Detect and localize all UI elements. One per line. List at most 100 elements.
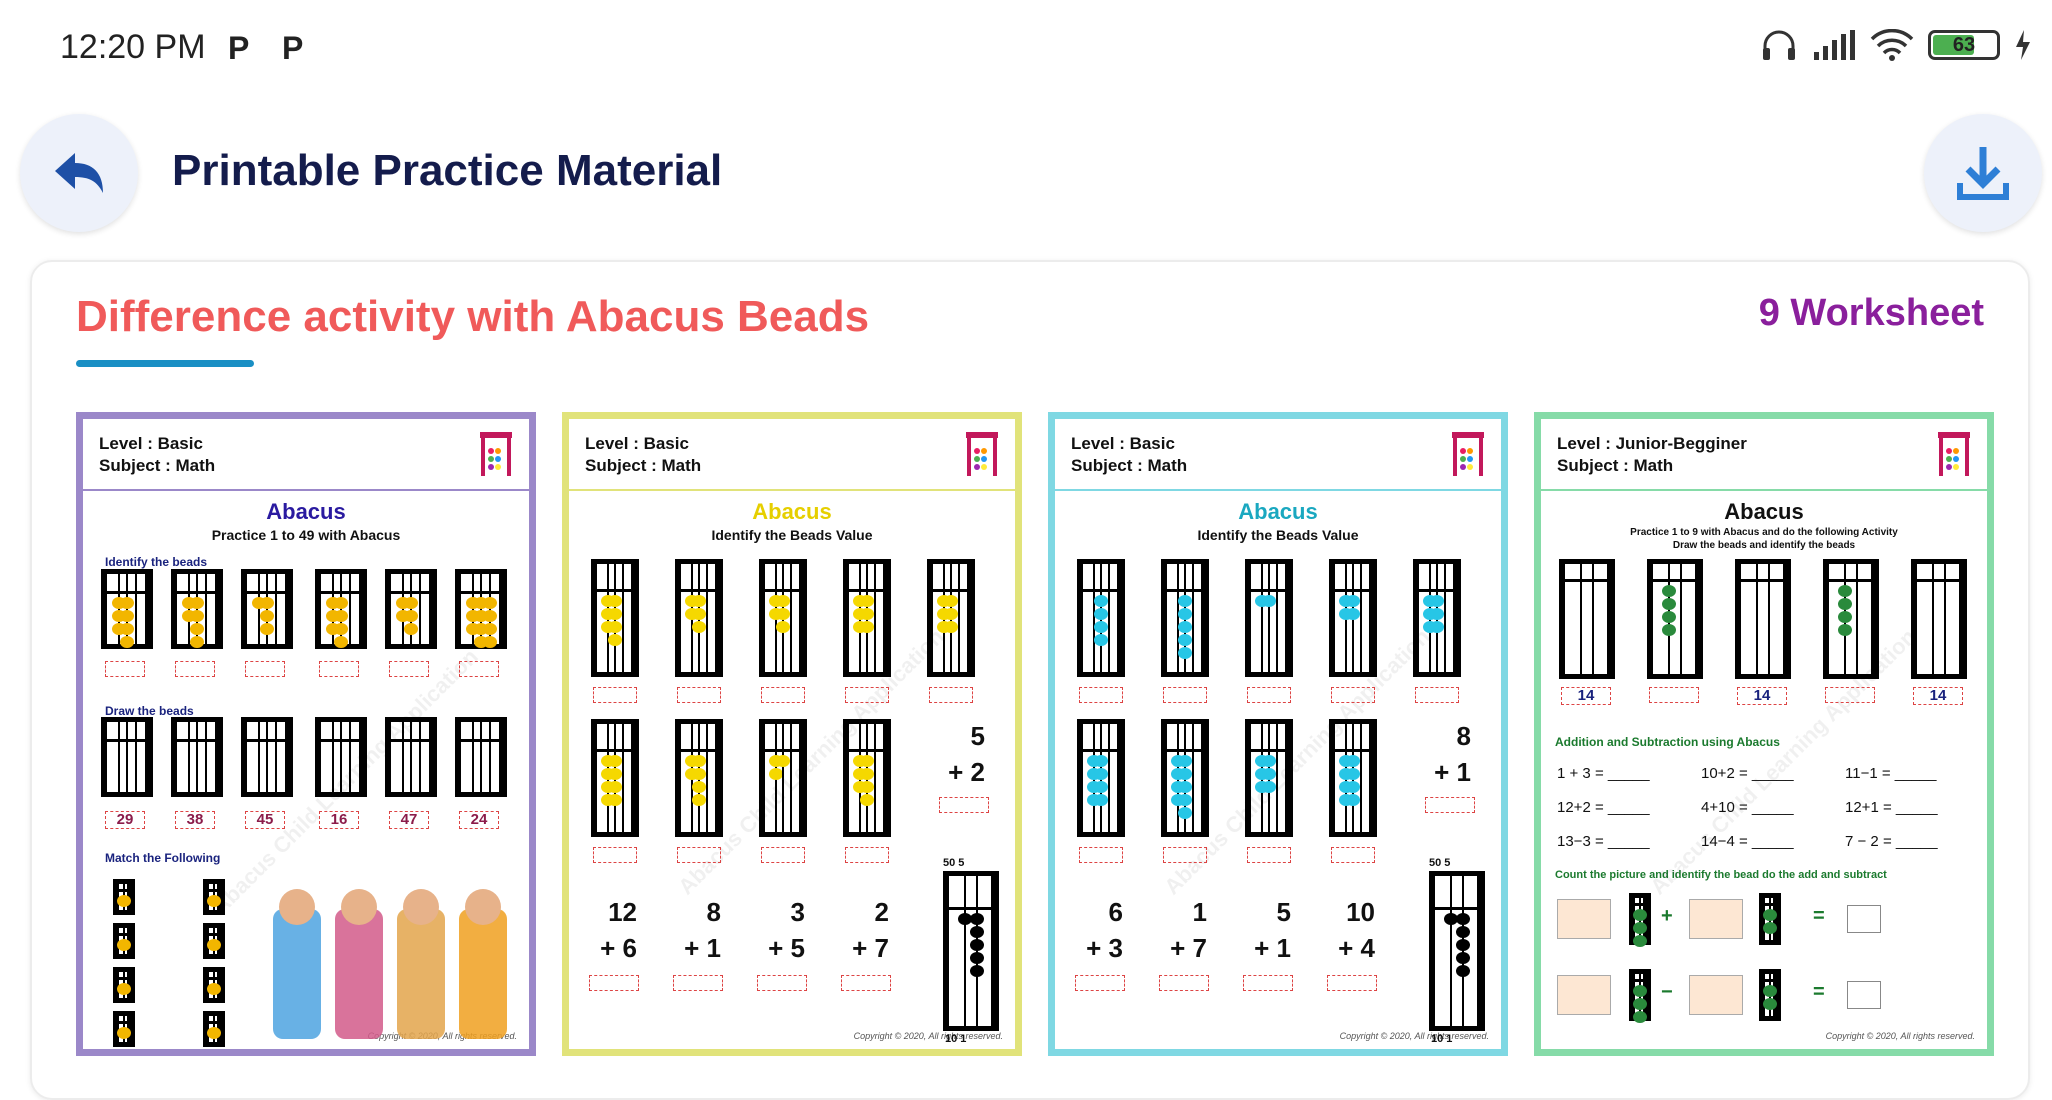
abacus-frame (1759, 969, 1781, 1021)
abacus-bead (1838, 624, 1852, 636)
app-header: Printable Practice Material (0, 110, 2052, 240)
worksheet-thumbnail-4[interactable]: Level : Junior-Begginer Subject : Math A… (1534, 412, 1994, 1056)
answer-box (929, 687, 973, 703)
abacus-frame (1329, 559, 1377, 677)
answer-box (459, 661, 499, 677)
abacus-rod (706, 564, 708, 672)
abacus-bead (190, 623, 204, 635)
abacus-rod (419, 722, 421, 792)
abacus-rod (1592, 564, 1594, 674)
abacus-bead (608, 755, 622, 767)
worksheet-thumbnail-3[interactable]: Level : Basic Subject : Math Abacus Iden… (1048, 412, 1508, 1056)
abacus-rod (205, 722, 207, 792)
abacus-rod (1580, 564, 1582, 674)
abacus-rod (188, 574, 190, 644)
abacus-rod (958, 564, 960, 672)
section-label: Count the picture and identify the bead … (1555, 869, 1887, 881)
answer-box (1075, 975, 1125, 991)
abacus-logo-icon (1452, 432, 1484, 476)
abacus-rod (1360, 564, 1362, 672)
abacus-rod (1756, 564, 1758, 674)
worksheet-title: Abacus (752, 499, 832, 524)
abacus-rod (1360, 724, 1362, 832)
abacus-top-labels: 50 5 (943, 857, 965, 869)
equation: 11−1 = _____ (1845, 765, 1937, 782)
answer-box (677, 687, 721, 703)
answer-box (389, 661, 429, 677)
abacus-bead (117, 939, 131, 951)
sum-top: 2 (874, 897, 889, 927)
abacus-bead (1094, 634, 1108, 646)
abacus-bead (1094, 755, 1108, 767)
answer-box (1163, 847, 1207, 863)
worksheet-thumbnail-2[interactable]: Level : Basic Subject : Math Abacus Iden… (562, 412, 1022, 1056)
abacus-frame (591, 559, 639, 677)
abacus-frame (113, 923, 135, 959)
abacus-bead (404, 623, 418, 635)
abacus-bead (483, 636, 497, 648)
answer-box (1649, 687, 1699, 703)
page-title: Printable Practice Material (172, 146, 723, 195)
abacus-frame (843, 559, 891, 677)
worksheet-count[interactable]: 9 Worksheet (1759, 292, 1984, 335)
worksheet-header: Level : Basic Subject : Math (1055, 419, 1501, 491)
abacus-frame (1823, 559, 1879, 679)
abacus-rod (480, 722, 482, 792)
abacus-bead (190, 610, 204, 622)
back-button[interactable] (20, 114, 138, 232)
result-box (1847, 905, 1881, 933)
abacus-bead (260, 610, 274, 622)
worksheet-thumbnail-1[interactable]: Level : Basic Subject : Math Abacus Prac… (76, 412, 536, 1056)
abacus-frame (1161, 719, 1209, 837)
abacus-rod (1856, 564, 1858, 674)
sum-bottom: + 1 (1254, 933, 1291, 963)
abacus-frame (1413, 559, 1461, 677)
abacus-bead (1456, 965, 1470, 977)
abacus-bead (970, 952, 984, 964)
abacus-rod (472, 722, 474, 792)
abacus-bead (692, 755, 706, 767)
draw-number: 24 (459, 811, 499, 829)
side-sum-top: 8 (1456, 721, 1471, 751)
abacus-bead (207, 1027, 221, 1039)
abacus-frame (943, 871, 999, 1031)
abacus-bead (1346, 794, 1360, 806)
abacus-rod (135, 722, 137, 792)
abacus-rod (1450, 876, 1452, 1026)
sum-top: 3 (790, 897, 805, 927)
copyright: Copyright © 2020, All rights reserved. (853, 1031, 1003, 1041)
abacus-rod (1680, 564, 1682, 674)
answer-box (1425, 797, 1475, 813)
abacus-bead (1662, 585, 1676, 597)
answer-box (939, 797, 989, 813)
abacus-rod (419, 574, 421, 644)
abacus-rod (622, 564, 624, 672)
abacus-rod (1192, 724, 1194, 832)
abacus-bead (334, 597, 348, 609)
back-arrow-icon (55, 153, 103, 193)
sum-top: 1 (1192, 897, 1207, 927)
abacus-frame (315, 717, 367, 797)
abacus-bead (944, 621, 958, 633)
answer-box (677, 847, 721, 863)
abacus-frame (1629, 893, 1651, 947)
notification-icon: P (228, 30, 250, 66)
headphones-icon (1763, 30, 1795, 60)
abacus-rod (1932, 564, 1934, 674)
answer-box (593, 687, 637, 703)
abacus-bead (970, 965, 984, 977)
picture-box (1689, 975, 1743, 1015)
abacus-bead (1633, 935, 1647, 947)
answer-box (1247, 687, 1291, 703)
abacus-bead (483, 597, 497, 609)
abacus-top-labels: 50 5 (1429, 857, 1451, 869)
abacus-bar (1559, 579, 1615, 582)
download-button[interactable] (1924, 114, 2042, 232)
answer-box (1079, 687, 1123, 703)
row-number: 14 (1737, 687, 1787, 705)
abacus-bead (1633, 922, 1647, 934)
sum-bottom: + 7 (1170, 933, 1207, 963)
abacus-rod (706, 724, 708, 832)
abacus-rod (1944, 564, 1946, 674)
answer-box (845, 687, 889, 703)
